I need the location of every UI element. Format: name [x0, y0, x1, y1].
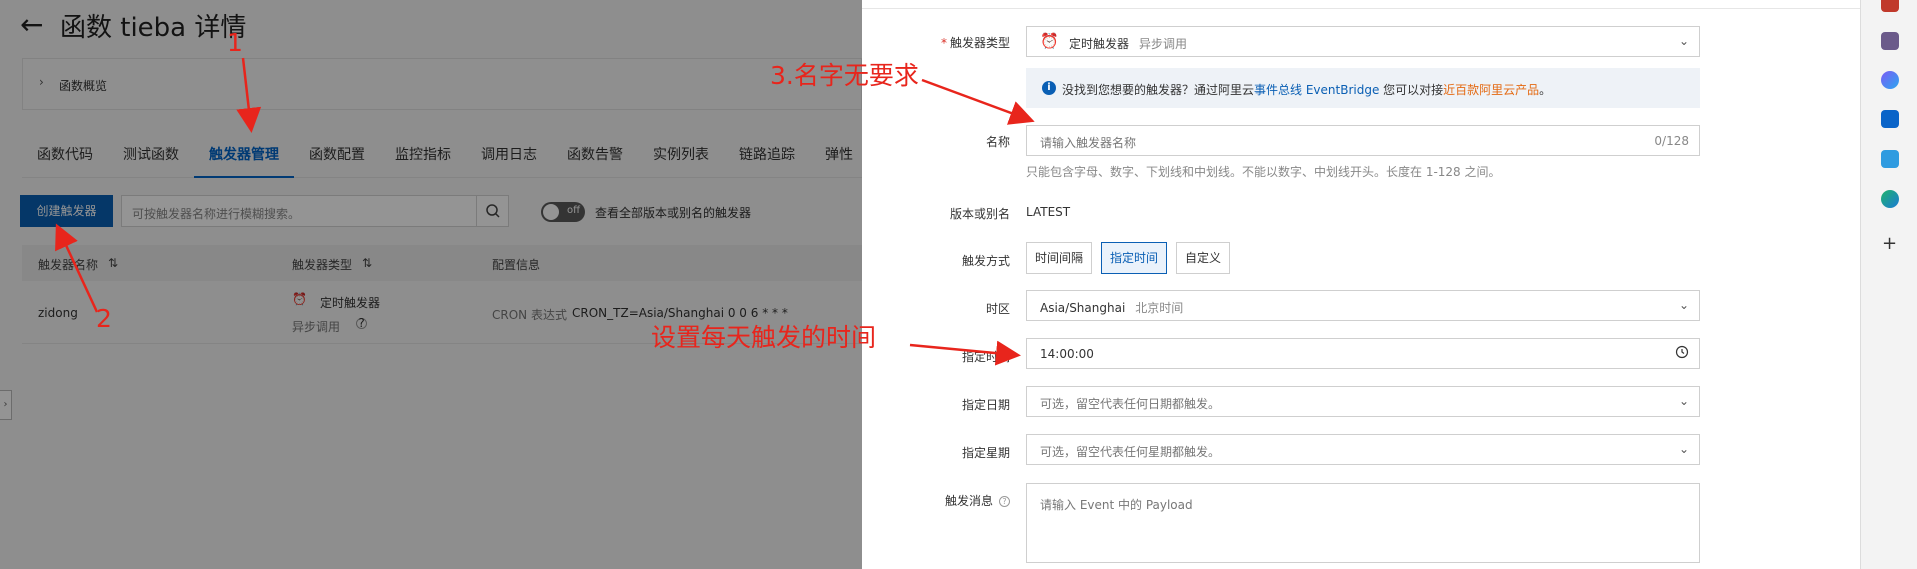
time-picker-input[interactable]: 14:00:00	[1026, 338, 1700, 369]
weekday-select[interactable]: 可选，留空代表任何星期都触发。 ⌄	[1026, 434, 1700, 465]
version-label: 版本或别名	[949, 207, 1010, 221]
function-detail-page: ← 函数 tieba 详情 › 函数概览 函数代码 测试函数 触发器管理 函数配…	[0, 0, 862, 569]
mode-option-specific-time[interactable]: 指定时间	[1101, 242, 1168, 274]
date-select[interactable]: 可选，留空代表任何日期都触发。 ⌄	[1026, 386, 1700, 417]
name-hint: 只能包含字母、数字、下划线和中划线。不能以数字、中划线开头。长度在 1-128 …	[1026, 165, 1501, 179]
payload-textarea[interactable]: 请输入 Event 中的 Payload	[1026, 483, 1700, 563]
browser-sidebar: +	[1860, 0, 1917, 569]
trigger-type-select[interactable]: ⏰ 定时触发器 异步调用 ⌄	[1026, 26, 1700, 57]
trigger-mode-label: 触发方式	[961, 254, 1010, 268]
timezone-sub: 北京时间	[1135, 301, 1184, 315]
clock-icon[interactable]	[1675, 345, 1689, 362]
name-char-counter: 0/128	[1654, 134, 1689, 148]
weekday-placeholder: 可选，留空代表任何星期都触发。	[1040, 445, 1221, 459]
mode-option-custom[interactable]: 自定义	[1176, 242, 1231, 274]
add-icon[interactable]: +	[1882, 233, 1897, 254]
chevron-down-icon: ⌄	[1678, 298, 1689, 312]
drawer-top-divider	[862, 0, 1860, 9]
info-text-suffix: 。	[1539, 83, 1552, 97]
aliyun-products-link[interactable]: 近百款阿里云产品	[1443, 83, 1539, 97]
send-icon[interactable]	[1881, 150, 1899, 168]
create-trigger-drawer: * 触发器类型 ⏰ 定时触发器 异步调用 ⌄ i 没找到您想要的触发器？通过阿里云事…	[862, 0, 1860, 569]
annotation-label-1: 1	[227, 28, 243, 57]
name-label: 名称	[985, 135, 1010, 149]
payload-placeholder: 请输入 Event 中的 Payload	[1040, 498, 1193, 512]
toolbox-icon[interactable]	[1881, 0, 1899, 12]
specific-date-label: 指定日期	[961, 398, 1010, 412]
date-placeholder: 可选，留空代表任何日期都触发。	[1040, 397, 1221, 411]
help-icon: ?	[999, 496, 1010, 507]
annotation-label-time: 设置每天触发的时间	[651, 323, 877, 352]
specific-time-label: 指定时间	[961, 350, 1010, 364]
trigger-name-input[interactable]: 请输入触发器名称 0/128	[1026, 125, 1700, 156]
mode-option-interval[interactable]: 时间间隔	[1026, 242, 1093, 274]
eventbridge-info-banner: i 没找到您想要的触发器？通过阿里云事件总线 EventBridge 您可以对接…	[1026, 68, 1700, 108]
info-text-middle: 您可以对接	[1379, 83, 1444, 97]
copilot-icon[interactable]	[1881, 71, 1899, 89]
name-placeholder: 请输入触发器名称	[1040, 136, 1137, 150]
annotation-label-3: 3.名字无要求	[770, 61, 919, 90]
time-value: 14:00:00	[1040, 347, 1094, 361]
payload-label: 触发消息?	[862, 492, 1010, 509]
specific-weekday-label: 指定星期	[961, 446, 1010, 460]
people-icon[interactable]	[1881, 32, 1899, 50]
timezone-select[interactable]: Asia/Shanghai 北京时间 ⌄	[1026, 290, 1700, 321]
chevron-down-icon: ⌄	[1678, 394, 1689, 408]
timezone-label: 时区	[985, 302, 1010, 316]
info-icon: i	[1042, 81, 1056, 95]
version-value: LATEST	[1026, 205, 1071, 219]
eventbridge-link[interactable]: 事件总线 EventBridge	[1254, 83, 1379, 97]
timezone-value: Asia/Shanghai	[1040, 301, 1126, 315]
chevron-down-icon: ⌄	[1678, 34, 1689, 48]
trigger-type-sub: 异步调用	[1139, 37, 1188, 51]
edge-icon[interactable]	[1881, 190, 1899, 208]
trigger-type-label: * 触发器类型	[940, 36, 1010, 50]
annotation-label-2: 2	[96, 304, 112, 333]
chevron-down-icon: ⌄	[1678, 442, 1689, 456]
info-text: 没找到您想要的触发器？通过阿里云	[1062, 83, 1255, 97]
alarm-clock-icon: ⏰	[1040, 32, 1059, 50]
clock-icon-svg	[1675, 345, 1689, 359]
trigger-type-value: 定时触发器	[1069, 37, 1130, 51]
modal-overlay[interactable]	[0, 0, 862, 569]
outlook-icon[interactable]	[1881, 110, 1899, 128]
